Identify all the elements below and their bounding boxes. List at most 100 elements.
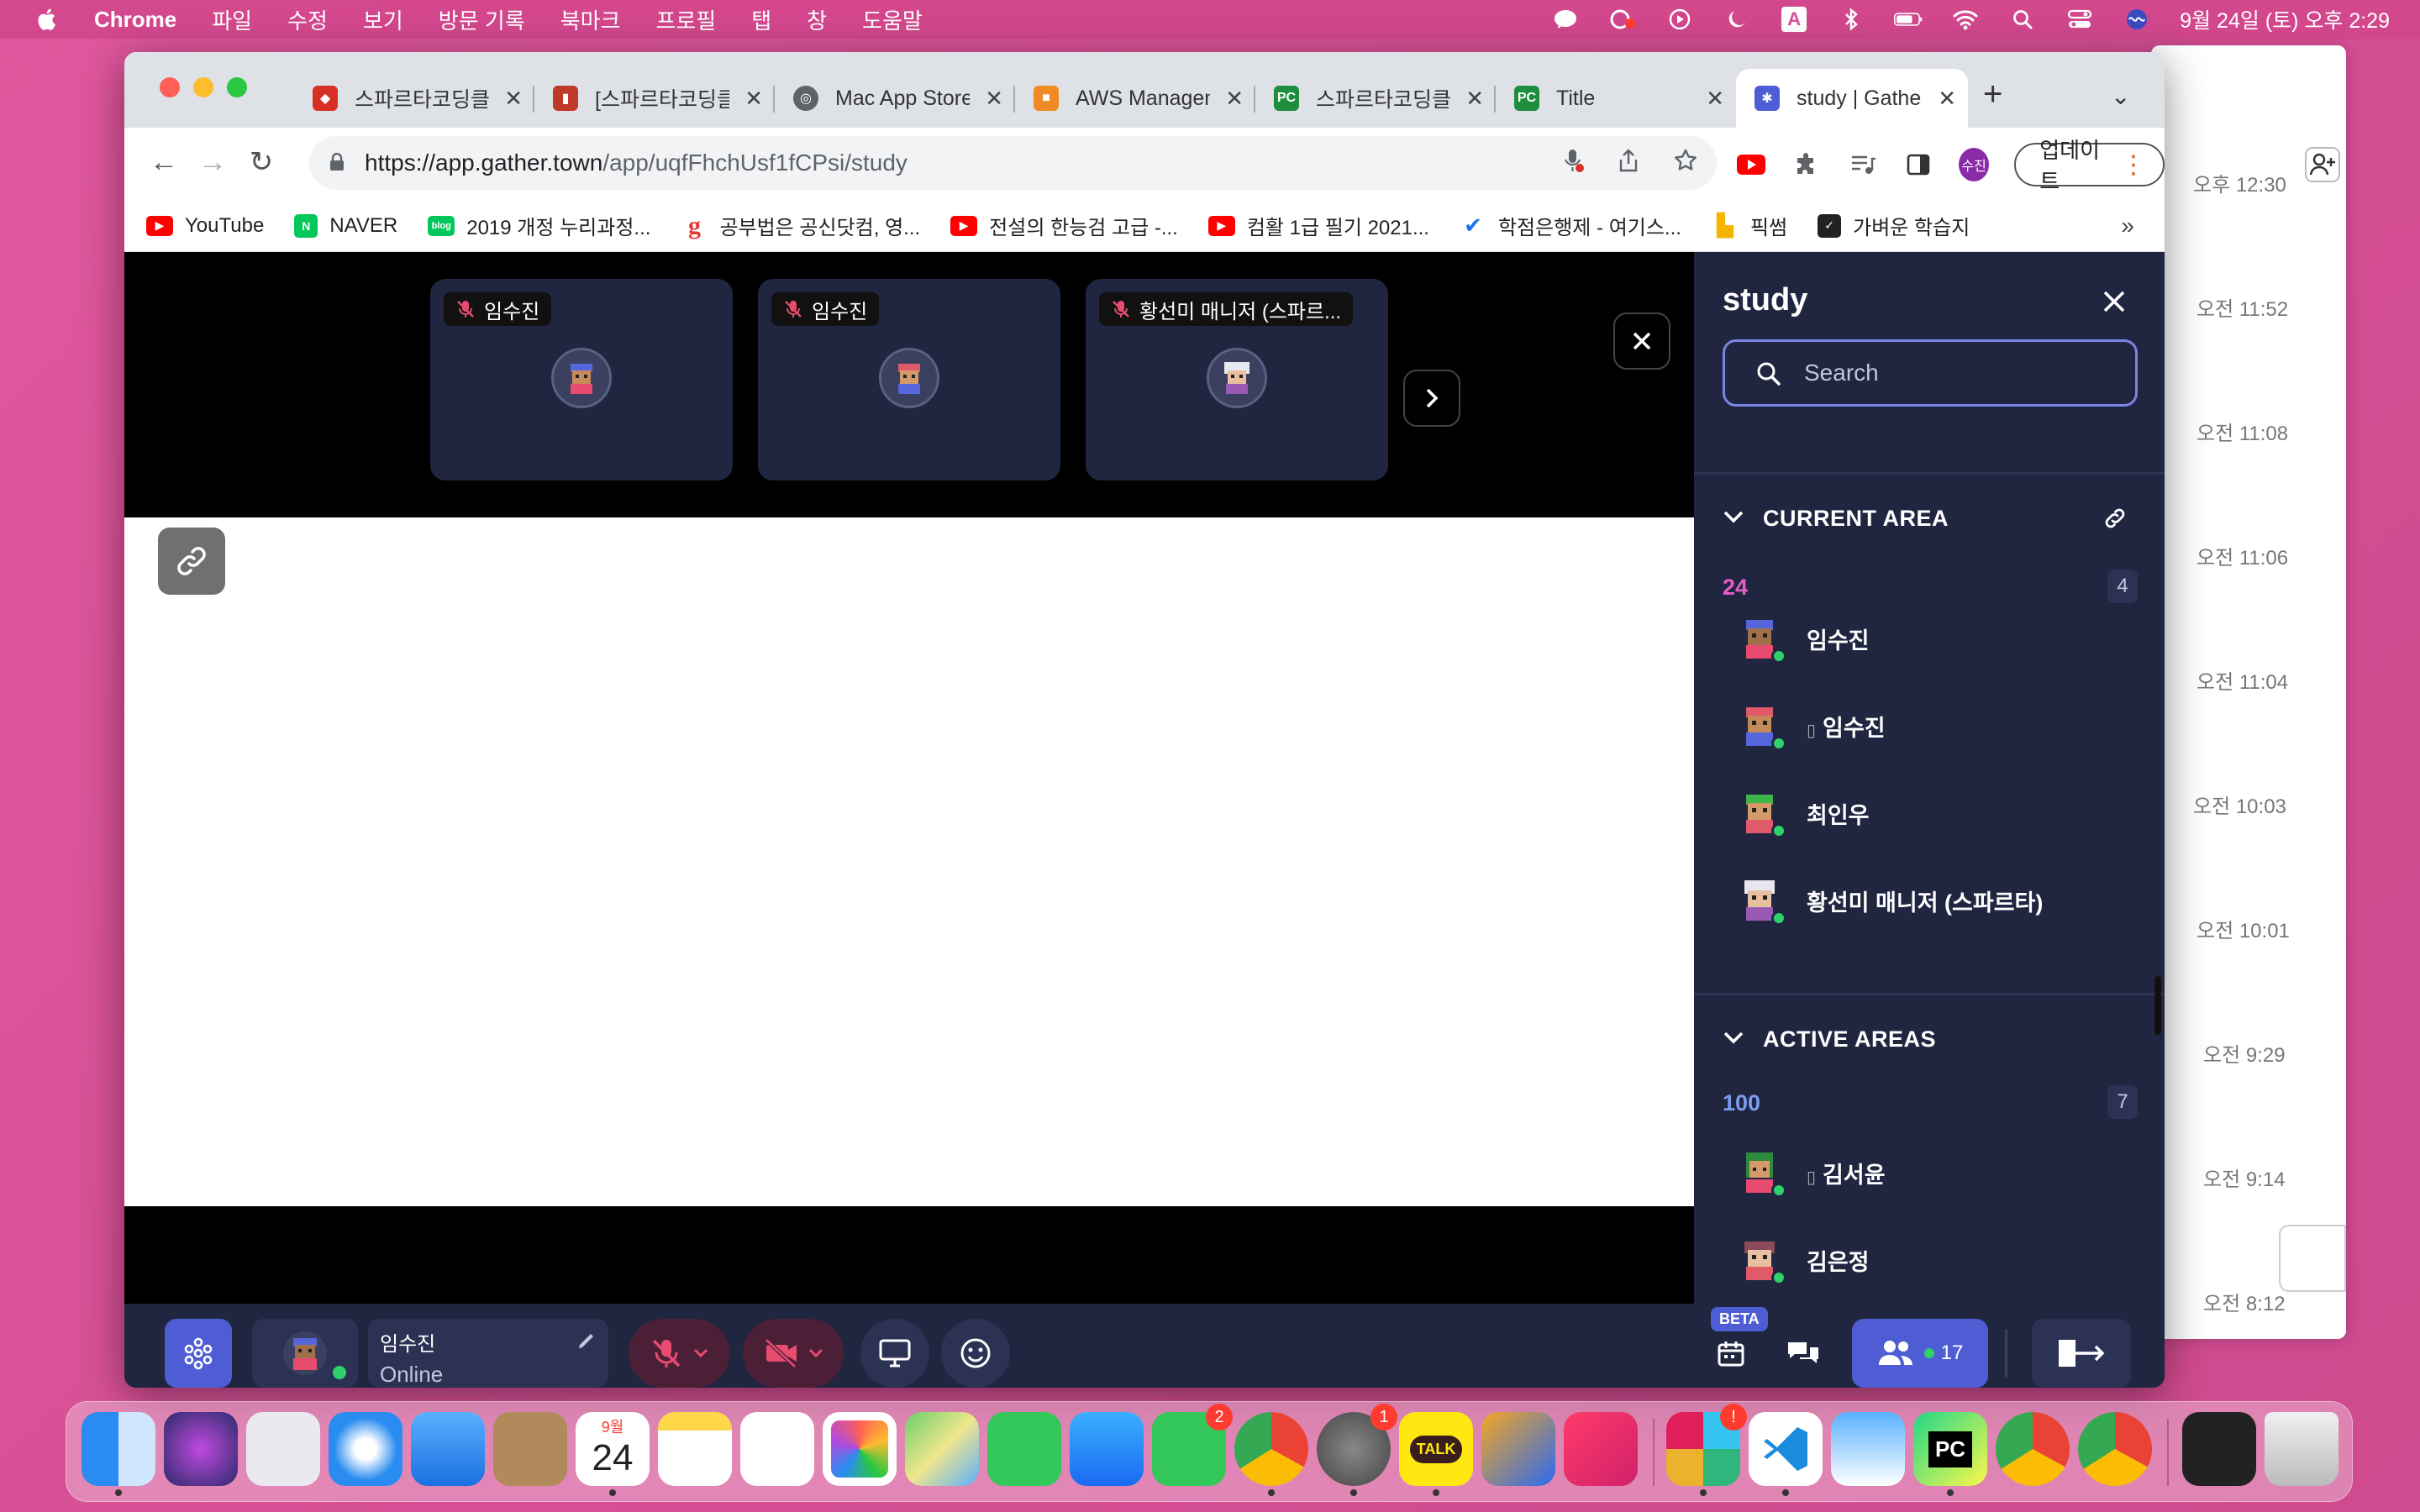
- menu-bar-clock[interactable]: 9월 24일 (토) 오후 2:29: [2180, 4, 2390, 34]
- tab-search-chevron-icon[interactable]: ⌄: [2111, 82, 2130, 110]
- bookmark-light-study[interactable]: ✓ 가벼운 학습지: [1818, 211, 1970, 240]
- dock-terminal-window[interactable]: [2182, 1412, 2256, 1486]
- extensions-puzzle-icon[interactable]: [1791, 146, 1822, 183]
- menu-window[interactable]: 창: [807, 4, 827, 35]
- chat-button[interactable]: [1770, 1319, 1837, 1388]
- dock-maps[interactable]: [905, 1412, 979, 1486]
- my-status-button[interactable]: 임수진 Online: [368, 1319, 608, 1388]
- window-zoom-button[interactable]: [227, 77, 247, 97]
- dock-chrome-3[interactable]: [2078, 1412, 2152, 1486]
- tab-gather-study[interactable]: ✱ study | Gather ✕: [1736, 69, 1968, 128]
- tab-title-page[interactable]: PC Title ✕: [1496, 69, 1736, 128]
- emote-button[interactable]: [941, 1319, 1010, 1388]
- bookmark-credit-bank[interactable]: ✔ 학점은행제 - 여기스...: [1460, 211, 1681, 240]
- window-close-button[interactable]: [160, 77, 180, 97]
- dock-chrome[interactable]: [1234, 1412, 1308, 1496]
- tab-sparta-1[interactable]: ◆ 스파르타코딩클럽 ✕: [294, 69, 534, 128]
- media-play-icon[interactable]: [1665, 8, 1694, 31]
- chevron-down-icon[interactable]: [808, 1348, 823, 1358]
- member-row[interactable]: 최인우: [1734, 783, 1870, 843]
- dock-keynote-files[interactable]: [1481, 1412, 1555, 1486]
- bookmark-youtube[interactable]: ▶ YouTube: [146, 214, 264, 238]
- gather-menu-button[interactable]: [165, 1319, 232, 1388]
- video-tile[interactable]: 황선미 매니저 (스파르...: [1086, 279, 1388, 480]
- bookmark-blog[interactable]: blog 2019 개정 누리과정...: [428, 211, 650, 240]
- forward-arrow-icon[interactable]: →: [193, 143, 232, 181]
- battery-icon[interactable]: [1894, 8, 1923, 31]
- creative-cloud-status-icon[interactable]: [1608, 8, 1637, 31]
- dock-slack[interactable]: !: [1666, 1404, 1747, 1496]
- member-row[interactable]: ▯ 임수진: [1734, 696, 1886, 756]
- dock-pycharm[interactable]: PC: [1913, 1412, 1987, 1496]
- dock-trash[interactable]: [2265, 1412, 2338, 1486]
- menu-tab[interactable]: 탭: [751, 4, 771, 35]
- dock-mail[interactable]: [411, 1412, 485, 1486]
- dock-app-store[interactable]: [1070, 1412, 1144, 1486]
- apple-icon[interactable]: [35, 7, 60, 32]
- input-source-icon[interactable]: A: [1780, 7, 1808, 32]
- current-area-header[interactable]: CURRENT AREA: [1723, 506, 1949, 532]
- menu-file[interactable]: 파일: [212, 4, 252, 35]
- bookmark-star-icon[interactable]: [1673, 148, 1698, 179]
- wifi-icon[interactable]: [1951, 8, 1980, 31]
- youtube-extension-icon[interactable]: [1736, 146, 1766, 183]
- menu-help[interactable]: 도움말: [862, 4, 923, 35]
- dock-chrome-2[interactable]: [1996, 1412, 2070, 1486]
- dock-vscode[interactable]: [1749, 1412, 1823, 1496]
- side-panel-icon[interactable]: [1903, 146, 1933, 183]
- siri-icon[interactable]: [2123, 8, 2151, 31]
- dock-notes[interactable]: [658, 1412, 732, 1486]
- profile-avatar[interactable]: 수진: [1959, 148, 1990, 181]
- link-icon[interactable]: [2102, 506, 2128, 531]
- close-sidebar-button[interactable]: [2102, 286, 2126, 321]
- copy-link-button[interactable]: [158, 528, 225, 595]
- control-center-icon[interactable]: [2065, 8, 2094, 31]
- sidebar-scrollbar[interactable]: [2154, 976, 2161, 1035]
- screen-share-button[interactable]: [860, 1319, 929, 1388]
- camera-toggle-button[interactable]: [743, 1319, 844, 1388]
- dock-calendar[interactable]: 9월 24: [576, 1412, 650, 1496]
- dock-finder[interactable]: [82, 1412, 155, 1496]
- media-queue-icon[interactable]: [1848, 146, 1878, 183]
- menu-profiles[interactable]: 프로필: [655, 4, 716, 35]
- window-minimize-button[interactable]: [193, 77, 213, 97]
- member-row[interactable]: 황선미 매니저 (스파르타): [1734, 870, 2043, 931]
- member-row[interactable]: 김은정: [1734, 1230, 1870, 1290]
- dock-messages[interactable]: [987, 1412, 1061, 1486]
- chrome-update-button[interactable]: 업데이트 ⋮: [2014, 138, 2165, 194]
- dock-creative-cloud[interactable]: [1564, 1412, 1638, 1486]
- share-icon[interactable]: [1618, 148, 1639, 179]
- bookmarks-overflow-button[interactable]: »: [2121, 213, 2134, 239]
- reload-icon[interactable]: ↻: [242, 143, 281, 181]
- spotlight-search-icon[interactable]: [2008, 8, 2037, 31]
- video-tile[interactable]: 임수진: [430, 279, 733, 480]
- bookmark-naver[interactable]: N NAVER: [294, 213, 397, 238]
- menu-edit[interactable]: 수정: [287, 4, 328, 35]
- my-avatar-button[interactable]: [252, 1319, 358, 1388]
- tab-close-icon[interactable]: ✕: [985, 86, 1003, 112]
- menu-view[interactable]: 보기: [363, 4, 403, 35]
- back-arrow-icon[interactable]: ←: [145, 143, 183, 181]
- tab-close-icon[interactable]: ✕: [1706, 86, 1724, 112]
- menu-app-name[interactable]: Chrome: [94, 7, 176, 33]
- microphone-toggle-button[interactable]: [629, 1319, 729, 1388]
- lock-icon[interactable]: [329, 153, 345, 171]
- bookmark-gongsin[interactable]: g 공부법은 공신닷컴, 영...: [681, 211, 920, 240]
- member-row[interactable]: 임수진: [1734, 608, 1870, 669]
- next-videos-button[interactable]: [1403, 370, 1460, 427]
- dock-siri[interactable]: [164, 1412, 238, 1486]
- tab-close-icon[interactable]: ✕: [744, 86, 763, 112]
- close-video-strip-button[interactable]: [1613, 312, 1670, 370]
- participants-button[interactable]: 17: [1852, 1319, 1988, 1388]
- member-row[interactable]: ▯ 김서윤: [1734, 1142, 1886, 1203]
- dock-safari[interactable]: [329, 1412, 402, 1486]
- new-tab-button[interactable]: +: [1983, 76, 2002, 113]
- menu-bookmarks[interactable]: 북마크: [560, 4, 621, 35]
- dock-contacts[interactable]: [493, 1412, 567, 1486]
- dock-facetime[interactable]: 2: [1152, 1404, 1233, 1486]
- tab-sparta-3[interactable]: PC 스파르타코딩클럽 ✕: [1255, 69, 1496, 128]
- dock-kakaotalk[interactable]: TALK: [1399, 1412, 1473, 1496]
- tab-close-icon[interactable]: ✕: [1465, 86, 1484, 112]
- dock-launchpad[interactable]: [246, 1412, 320, 1486]
- active-areas-header[interactable]: ACTIVE AREAS: [1723, 1026, 1936, 1053]
